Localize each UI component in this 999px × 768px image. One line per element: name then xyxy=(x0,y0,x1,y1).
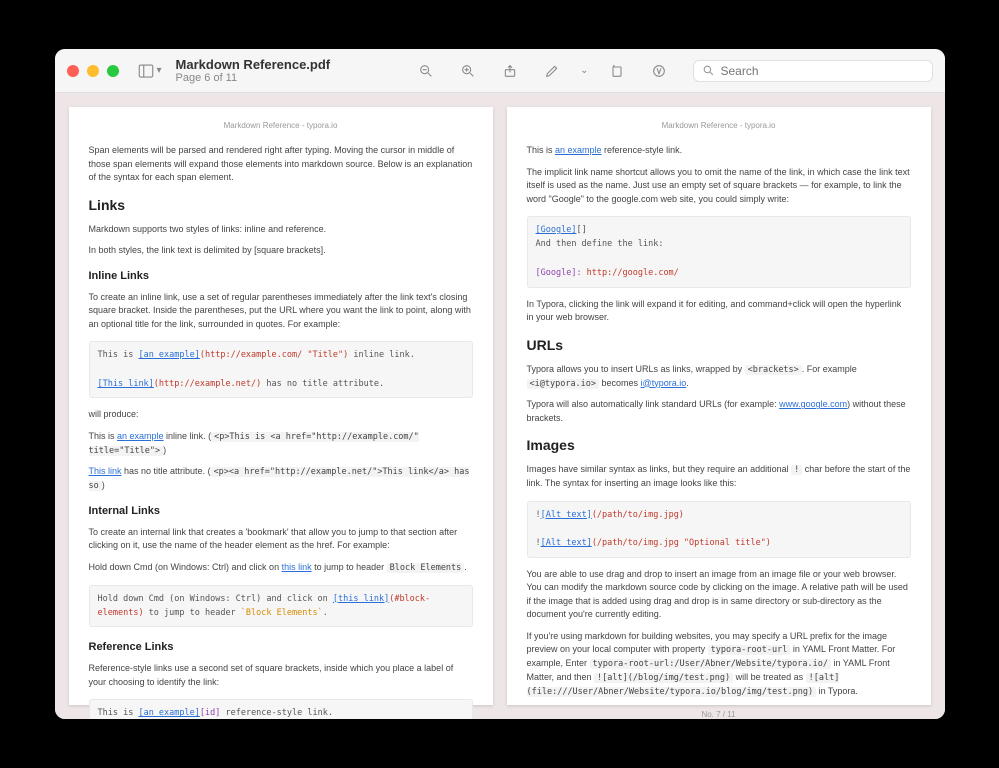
body-text: In Typora, clicking the link will expand… xyxy=(527,298,911,325)
fullscreen-button[interactable] xyxy=(107,65,119,77)
heading-inline-links: Inline Links xyxy=(89,270,473,282)
sidebar-toggle[interactable]: ▾ xyxy=(137,62,162,80)
pdf-page-7: Markdown Reference - typora.io This is a… xyxy=(507,107,931,705)
page-indicator: Page 6 of 11 xyxy=(176,72,331,84)
body-text: To create an inline link, use a set of r… xyxy=(89,291,473,332)
title-block: Markdown Reference.pdf Page 6 of 11 xyxy=(176,57,331,84)
window-controls xyxy=(67,65,119,77)
body-text: will produce: xyxy=(89,408,473,422)
annotate-button[interactable] xyxy=(538,57,566,85)
close-button[interactable] xyxy=(67,65,79,77)
page-header: Markdown Reference - typora.io xyxy=(527,121,911,130)
code-block: [Google][] And then define the link: [Go… xyxy=(527,216,911,288)
heading-internal-links: Internal Links xyxy=(89,505,473,517)
app-window: ▾ Markdown Reference.pdf Page 6 of 11 ⌄ … xyxy=(55,49,945,719)
toolbar: ⌄ xyxy=(412,57,672,85)
markup-button[interactable] xyxy=(645,57,673,85)
zoom-in-button[interactable] xyxy=(454,57,482,85)
search-icon xyxy=(702,64,715,77)
minimize-button[interactable] xyxy=(87,65,99,77)
body-text: You are able to use drag and drop to ins… xyxy=(527,568,911,622)
document-title: Markdown Reference.pdf xyxy=(176,57,331,72)
chevron-down-icon: ▾ xyxy=(157,65,162,76)
body-text: This is an example reference-style link. xyxy=(527,144,911,158)
page-header: Markdown Reference - typora.io xyxy=(89,121,473,130)
sidebar-icon xyxy=(137,62,155,80)
heading-urls: URLs xyxy=(527,337,911,353)
body-text: The implicit link name shortcut allows y… xyxy=(527,166,911,207)
body-text: This link has no title attribute. (<p><a… xyxy=(89,465,473,493)
pdf-page-6: Markdown Reference - typora.io Span elem… xyxy=(69,107,493,705)
rotate-button[interactable] xyxy=(603,57,631,85)
code-block: This is [an example](http://example.com/… xyxy=(89,341,473,398)
annotate-menu-chevron[interactable]: ⌄ xyxy=(580,65,588,76)
zoom-out-button[interactable] xyxy=(412,57,440,85)
code-block: Hold down Cmd (on Windows: Ctrl) and cli… xyxy=(89,585,473,628)
body-text: Images have similar syntax as links, but… xyxy=(527,463,911,490)
page-footer: No. 7 / 11 xyxy=(527,702,911,719)
code-block: ![Alt text](/path/to/img.jpg) ![Alt text… xyxy=(527,501,911,558)
body-text: Markdown supports two styles of links: i… xyxy=(89,223,473,237)
heading-reference-links: Reference Links xyxy=(89,641,473,653)
body-text: Typora will also automatically link stan… xyxy=(527,398,911,425)
body-text: This is an example inline link. (<p>This… xyxy=(89,430,473,458)
search-input[interactable] xyxy=(721,64,924,78)
code-block: This is [an example][id] reference-style… xyxy=(89,699,473,719)
body-text: Reference-style links use a second set o… xyxy=(89,662,473,689)
intro-text: Span elements will be parsed and rendere… xyxy=(89,144,473,185)
body-text: Hold down Cmd (on Windows: Ctrl) and cli… xyxy=(89,561,473,575)
heading-links: Links xyxy=(89,197,473,213)
body-text: If you're using markdown for building we… xyxy=(527,630,911,699)
body-text: To create an internal link that creates … xyxy=(89,526,473,553)
heading-images: Images xyxy=(527,437,911,453)
document-viewport[interactable]: Markdown Reference - typora.io Span elem… xyxy=(55,93,945,719)
search-box[interactable] xyxy=(693,60,933,82)
body-text: Typora allows you to insert URLs as link… xyxy=(527,363,911,391)
titlebar: ▾ Markdown Reference.pdf Page 6 of 11 ⌄ xyxy=(55,49,945,93)
share-button[interactable] xyxy=(496,57,524,85)
body-text: In both styles, the link text is delimit… xyxy=(89,244,473,258)
